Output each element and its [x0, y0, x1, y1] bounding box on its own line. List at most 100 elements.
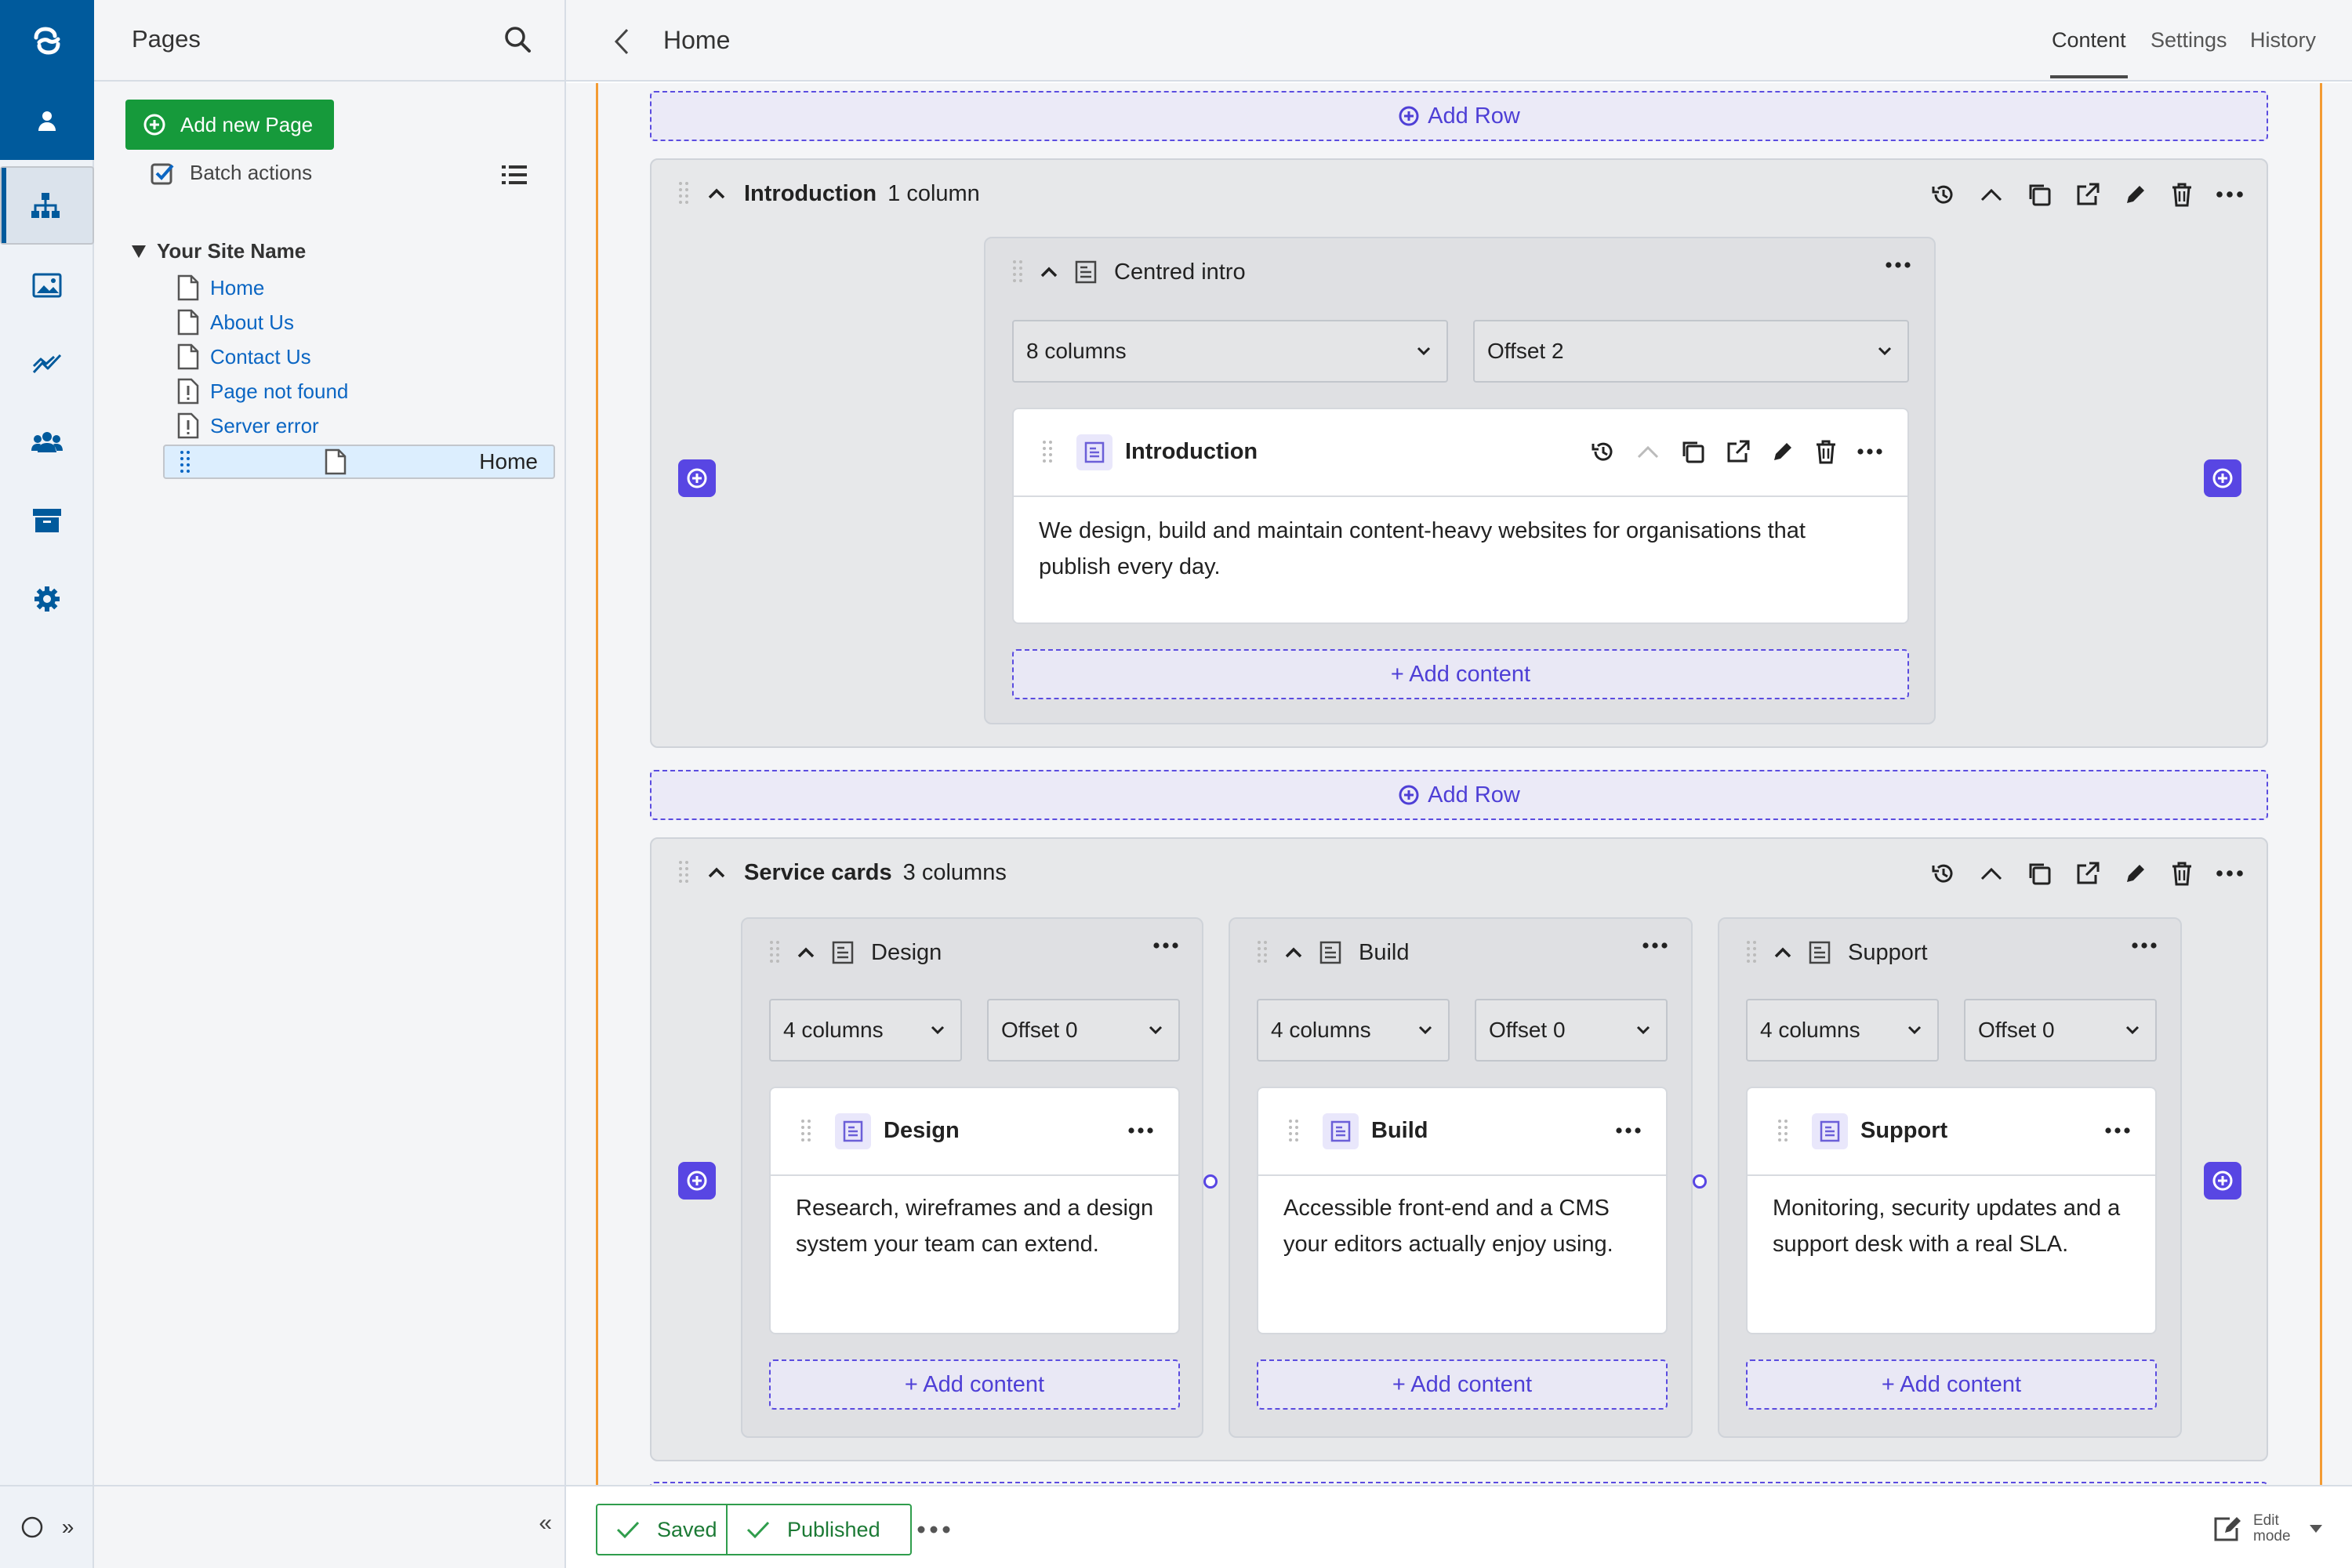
edit-pencil-icon[interactable] [2124, 183, 2147, 206]
add-content-button[interactable]: + Add content [1746, 1359, 2157, 1410]
tree-node-page-selected[interactable]: Home [163, 445, 555, 479]
delete-trash-icon[interactable] [1815, 439, 1837, 464]
more-options-icon[interactable] [2216, 870, 2243, 877]
logo-icon[interactable] [0, 0, 94, 82]
add-column-left-button[interactable] [678, 459, 716, 497]
delete-trash-icon[interactable] [2171, 861, 2193, 886]
insert-column-point[interactable] [1203, 1174, 1218, 1189]
drag-handle-icon[interactable] [1746, 939, 1757, 966]
drag-handle-icon[interactable] [1012, 259, 1023, 285]
add-content-button[interactable]: + Add content [1012, 649, 1909, 699]
drag-handle-icon[interactable] [179, 449, 191, 474]
checkbox-checked-icon[interactable] [151, 162, 174, 185]
column-width-select[interactable]: 4 columns [1257, 999, 1450, 1062]
block-text[interactable]: Monitoring, security updates and a suppo… [1773, 1190, 2133, 1262]
more-options-icon[interactable] [1886, 262, 1911, 268]
tree-node-page[interactable]: About Us [177, 307, 294, 338]
chevron-up-icon[interactable] [1285, 947, 1302, 958]
chevron-up-icon[interactable] [1636, 444, 1660, 459]
add-row-button[interactable]: Add Row [650, 91, 2268, 141]
block-text[interactable]: Accessible front-end and a CMS your edit… [1283, 1190, 1652, 1262]
add-column-left-button[interactable] [678, 1162, 716, 1200]
chevron-up-icon[interactable] [1980, 187, 2003, 202]
edit-pencil-icon[interactable] [1771, 440, 1795, 463]
published-button[interactable]: Published [726, 1504, 912, 1555]
more-options-icon[interactable] [1153, 942, 1178, 949]
drag-handle-icon[interactable] [1777, 1118, 1788, 1145]
more-actions-icon[interactable] [917, 1526, 950, 1534]
reports-icon[interactable] [0, 325, 94, 403]
edit-mode-toggle[interactable]: Edit mode [2212, 1513, 2322, 1544]
site-root-node[interactable]: Your Site Name [132, 239, 306, 263]
drag-handle-icon[interactable] [1288, 1118, 1299, 1145]
drag-handle-icon[interactable] [800, 1118, 811, 1145]
list-view-icon[interactable] [502, 165, 527, 185]
duplicate-icon[interactable] [1680, 439, 1705, 464]
tree-node-page[interactable]: Home [177, 272, 264, 303]
chevron-up-icon[interactable] [1774, 947, 1791, 958]
back-chevron-icon[interactable] [613, 28, 630, 55]
more-options-icon[interactable] [1128, 1127, 1153, 1134]
drag-handle-icon[interactable] [678, 859, 689, 886]
column-offset-select[interactable]: Offset 0 [1964, 999, 2157, 1062]
tree-node-page[interactable]: Contact Us [177, 341, 311, 372]
chevron-up-icon[interactable] [708, 867, 725, 878]
insert-column-point[interactable] [1693, 1174, 1707, 1189]
duplicate-icon[interactable] [2027, 182, 2052, 207]
delete-trash-icon[interactable] [2171, 182, 2193, 207]
drag-handle-icon[interactable] [769, 939, 780, 966]
files-icon[interactable] [0, 246, 94, 325]
column-width-select[interactable]: 8 columns [1012, 320, 1448, 383]
tab-settings[interactable]: Settings [2151, 28, 2227, 53]
column-offset-select[interactable]: Offset 0 [1475, 999, 1668, 1062]
more-options-icon[interactable] [1642, 942, 1668, 949]
chevron-up-icon[interactable] [797, 947, 815, 958]
tree-node-error-page[interactable]: Page not found [177, 376, 348, 407]
duplicate-icon[interactable] [2027, 861, 2052, 886]
add-column-right-button[interactable] [2204, 1162, 2241, 1200]
open-external-icon[interactable] [1726, 439, 1751, 464]
drag-handle-icon[interactable] [1042, 439, 1053, 466]
expand-menu-icon[interactable]: » [62, 1515, 74, 1540]
more-options-icon[interactable] [2216, 191, 2243, 198]
settings-gear-icon[interactable] [0, 560, 94, 638]
security-icon[interactable] [0, 403, 94, 481]
more-options-icon[interactable] [2132, 942, 2157, 949]
add-content-button[interactable]: + Add content [1257, 1359, 1668, 1410]
history-icon[interactable] [1591, 439, 1616, 464]
drag-handle-icon[interactable] [678, 180, 689, 207]
help-circle-icon[interactable] [20, 1515, 44, 1539]
tree-node-error-page[interactable]: Server error [177, 410, 319, 441]
batch-actions-toggle[interactable]: Batch actions [151, 161, 312, 185]
sitetree-icon[interactable] [0, 166, 94, 245]
chevron-up-icon[interactable] [708, 188, 725, 199]
column-offset-select[interactable]: Offset 0 [987, 999, 1180, 1062]
more-options-icon[interactable] [1616, 1127, 1641, 1134]
account-icon[interactable] [0, 82, 94, 160]
archive-icon[interactable] [0, 481, 94, 560]
open-external-icon[interactable] [2075, 861, 2100, 886]
add-column-right-button[interactable] [2204, 459, 2241, 497]
column-width-select[interactable]: 4 columns [1746, 999, 1939, 1062]
open-external-icon[interactable] [2075, 182, 2100, 207]
tab-history[interactable]: History [2250, 28, 2316, 53]
drag-handle-icon[interactable] [1257, 939, 1268, 966]
add-row-button[interactable]: Add Row [650, 770, 2268, 820]
column-offset-select[interactable]: Offset 2 [1473, 320, 1909, 383]
block-text[interactable]: Research, wireframes and a design system… [796, 1190, 1156, 1262]
tab-content[interactable]: Content [2050, 28, 2128, 78]
column-width-select[interactable]: 4 columns [769, 999, 962, 1062]
search-icon[interactable] [503, 25, 532, 53]
block-text[interactable]: We design, build and maintain content-he… [1039, 513, 1870, 585]
collapse-panel-icon[interactable]: « [539, 1510, 552, 1537]
caret-down-icon[interactable] [132, 245, 146, 258]
history-icon[interactable] [1931, 861, 1956, 886]
caret-down-icon[interactable] [2310, 1525, 2322, 1533]
more-options-icon[interactable] [2105, 1127, 2130, 1134]
chevron-up-icon[interactable] [1980, 866, 2003, 881]
more-options-icon[interactable] [1857, 448, 1882, 455]
add-new-page-button[interactable]: Add new Page [125, 100, 334, 150]
edit-pencil-icon[interactable] [2124, 862, 2147, 885]
chevron-up-icon[interactable] [1040, 267, 1058, 278]
history-icon[interactable] [1931, 182, 1956, 207]
